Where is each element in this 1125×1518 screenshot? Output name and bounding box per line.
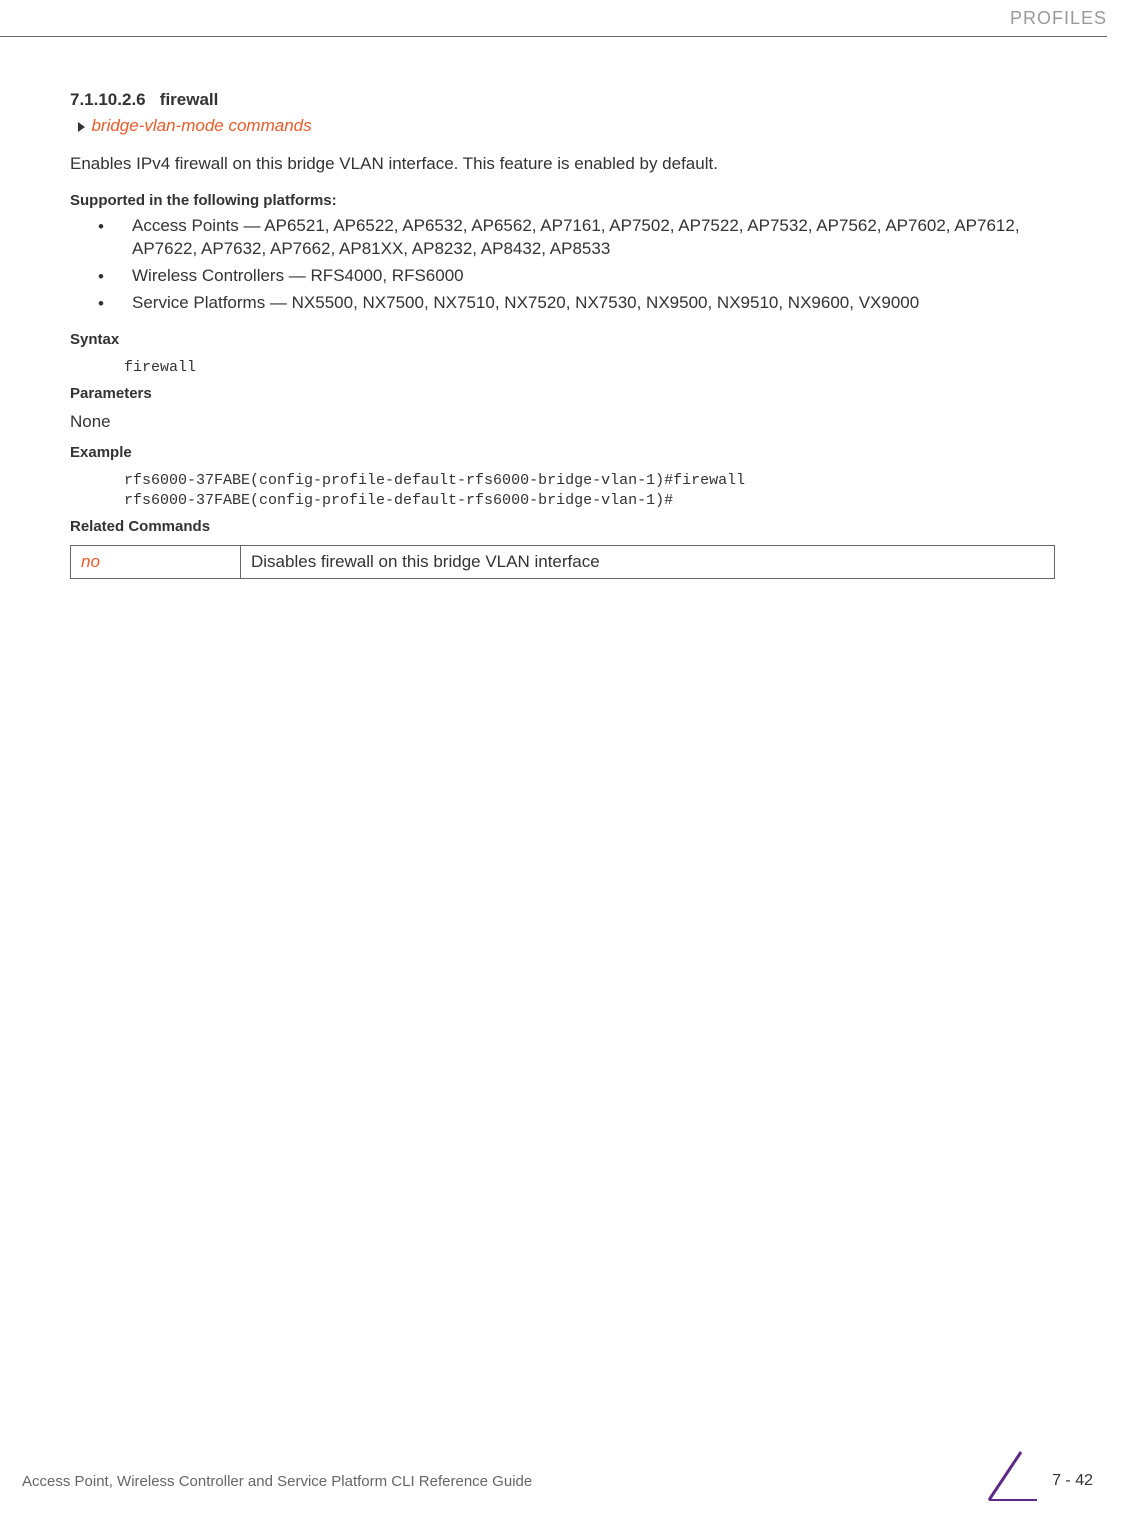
header-rule [0,36,1107,37]
supported-heading: Supported in the following platforms: [70,192,1055,209]
page-slash-graphic [977,1450,1057,1502]
bullet-icon: • [70,265,132,287]
footer-guide-title: Access Point, Wireless Controller and Se… [22,1473,532,1490]
bullet-icon: • [70,215,132,237]
section-title: firewall [160,90,219,109]
syntax-heading: Syntax [70,331,1055,348]
page-header: PROFILES [1010,0,1125,33]
related-desc-text: Disables firewall on this bridge VLAN in… [251,552,600,571]
arrow-right-icon [78,122,85,132]
list-item-text: Access Points — AP6521, AP6522, AP6532, … [132,215,1055,261]
list-item-text: Service Platforms — NX5500, NX7500, NX75… [132,292,919,315]
bullet-icon: • [70,292,132,314]
related-cmd-link[interactable]: no [81,552,100,571]
intro-paragraph: Enables IPv4 firewall on this bridge VLA… [70,154,1055,174]
section-heading: 7.1.10.2.6 firewall [70,90,1055,110]
list-item-text: Wireless Controllers — RFS4000, RFS6000 [132,265,464,288]
breadcrumb-link[interactable]: bridge-vlan-mode commands [91,116,311,135]
breadcrumb: bridge-vlan-mode commands [78,116,1055,136]
related-commands-table: no Disables firewall on this bridge VLAN… [70,545,1055,579]
related-heading: Related Commands [70,518,1055,535]
list-item: • Access Points — AP6521, AP6522, AP6532… [70,215,1055,261]
content-area: 7.1.10.2.6 firewall bridge-vlan-mode com… [70,90,1055,579]
example-heading: Example [70,444,1055,461]
parameters-value: None [70,412,1055,432]
syntax-code: firewall [124,358,1055,378]
related-cmd-cell: no [71,546,241,579]
related-desc-cell: Disables firewall on this bridge VLAN in… [241,546,1055,579]
slash-icon [977,1450,1057,1502]
page-number: 7 - 42 [1052,1472,1093,1490]
table-row: no Disables firewall on this bridge VLAN… [71,546,1055,579]
list-item: • Wireless Controllers — RFS4000, RFS600… [70,265,1055,288]
supported-list: • Access Points — AP6521, AP6522, AP6532… [70,215,1055,315]
parameters-heading: Parameters [70,385,1055,402]
page-footer: Access Point, Wireless Controller and Se… [22,1454,1103,1498]
example-code: rfs6000-37FABE(config-profile-default-rf… [124,471,1055,510]
header-category: PROFILES [1010,8,1107,29]
section-number: 7.1.10.2.6 [70,90,146,109]
list-item: • Service Platforms — NX5500, NX7500, NX… [70,292,1055,315]
